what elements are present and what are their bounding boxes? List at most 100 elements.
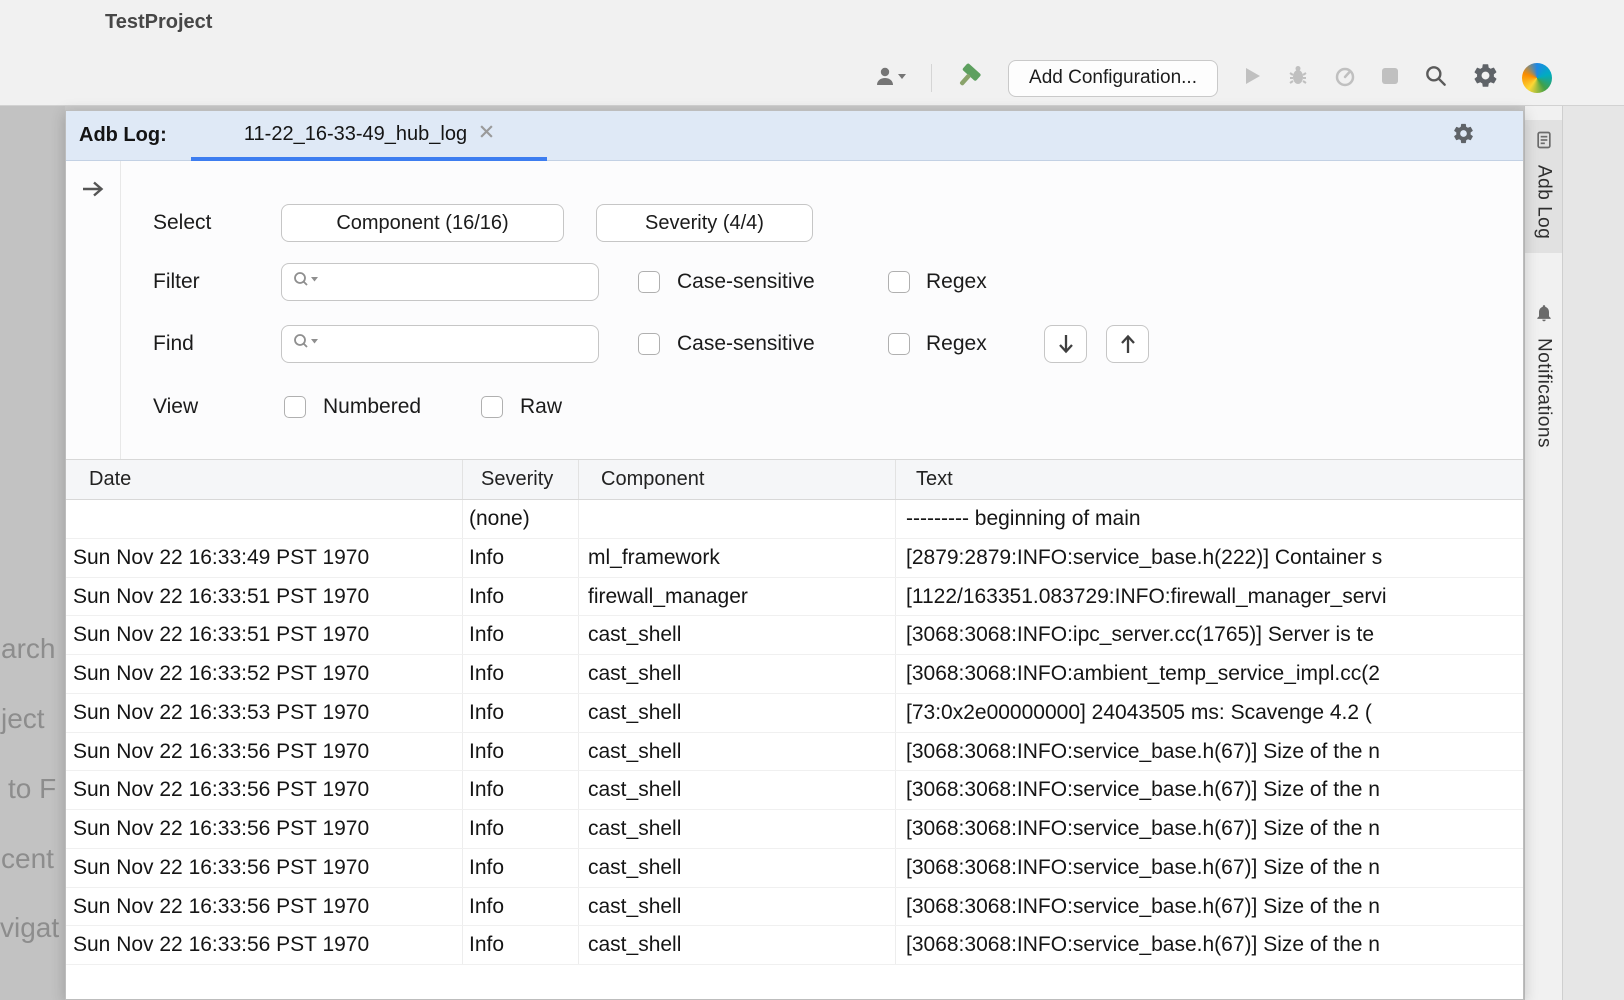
filter-regex-checkbox[interactable] xyxy=(888,271,910,293)
log-row[interactable]: Sun Nov 22 16:33:52 PST 1970Infocast_she… xyxy=(66,655,1523,694)
add-configuration-button[interactable]: Add Configuration... xyxy=(1008,60,1218,97)
right-arrow-icon[interactable] xyxy=(66,179,120,199)
log-cell-date: Sun Nov 22 16:33:52 PST 1970 xyxy=(66,655,463,693)
log-cell-text: [3068:3068:INFO:service_base.h(67)] Size… xyxy=(896,849,1523,887)
background-window-strip: arch ject to F cent vigat xyxy=(0,106,65,1000)
find-label: Find xyxy=(153,325,194,363)
arrow-up-icon xyxy=(1119,333,1137,355)
log-row[interactable]: Sun Nov 22 16:33:51 PST 1970Infofirewall… xyxy=(66,578,1523,617)
view-raw-checkbox[interactable] xyxy=(481,396,503,418)
bug-icon xyxy=(1286,64,1310,93)
log-cell-severity: Info xyxy=(463,616,579,654)
find-case-sensitive-checkbox[interactable] xyxy=(638,333,660,355)
run-button[interactable] xyxy=(1241,65,1263,92)
log-file-tab[interactable]: 11-22_16-33-49_hub_log xyxy=(191,111,547,161)
component-filter-button[interactable]: Component (16/16) xyxy=(281,204,564,242)
log-row[interactable]: Sun Nov 22 16:33:53 PST 1970Infocast_she… xyxy=(66,694,1523,733)
filter-case-sensitive-checkbox[interactable] xyxy=(638,271,660,293)
window-right-margin xyxy=(1562,106,1624,1000)
log-cell-component: cast_shell xyxy=(579,810,896,848)
toolbar-divider xyxy=(931,64,932,92)
panel-title: Adb Log: xyxy=(79,111,167,159)
view-numbered-checkbox[interactable] xyxy=(284,396,306,418)
find-regex-checkbox[interactable] xyxy=(888,333,910,355)
log-cell-date: Sun Nov 22 16:33:56 PST 1970 xyxy=(66,849,463,887)
log-cell-component: cast_shell xyxy=(579,616,896,654)
gradient-sphere-icon xyxy=(1522,63,1552,93)
log-cell-severity: Info xyxy=(463,539,579,577)
log-cell-severity: Info xyxy=(463,733,579,771)
log-cell-text: [2879:2879:INFO:service_base.h(222)] Con… xyxy=(896,539,1523,577)
tab-close-icon[interactable] xyxy=(479,124,494,144)
right-toolwindow-bar: Adb Log Notifications xyxy=(1524,106,1562,1000)
toolwindow-tab-adb-log[interactable]: Adb Log xyxy=(1525,120,1562,253)
log-row[interactable]: Sun Nov 22 16:33:51 PST 1970Infocast_she… xyxy=(66,616,1523,655)
log-row[interactable]: Sun Nov 22 16:33:56 PST 1970Infocast_she… xyxy=(66,733,1523,772)
log-cell-text: [3068:3068:INFO:ipc_server.cc(1765)] Ser… xyxy=(896,616,1523,654)
log-cell-date xyxy=(66,500,463,538)
log-cell-severity: Info xyxy=(463,694,579,732)
stop-button[interactable] xyxy=(1380,66,1400,91)
log-cell-date: Sun Nov 22 16:33:56 PST 1970 xyxy=(66,771,463,809)
log-row[interactable]: Sun Nov 22 16:33:56 PST 1970Infocast_she… xyxy=(66,888,1523,927)
toolwindow-tab-notifications[interactable]: Notifications xyxy=(1525,293,1562,462)
log-cell-text: [3068:3068:INFO:service_base.h(67)] Size… xyxy=(896,810,1523,848)
log-cell-date: Sun Nov 22 16:33:53 PST 1970 xyxy=(66,694,463,732)
build-button[interactable] xyxy=(955,61,985,96)
log-row[interactable]: Sun Nov 22 16:33:56 PST 1970Infocast_she… xyxy=(66,771,1523,810)
column-header-date[interactable]: Date xyxy=(66,460,463,499)
log-row[interactable]: Sun Nov 22 16:33:49 PST 1970Infoml_frame… xyxy=(66,539,1523,578)
gauge-icon xyxy=(1333,64,1357,93)
column-header-severity[interactable]: Severity xyxy=(463,460,579,499)
search-dropdown-icon[interactable] xyxy=(292,270,322,295)
log-row[interactable]: (none)--------- beginning of main xyxy=(66,500,1523,539)
column-header-component[interactable]: Component xyxy=(579,460,896,499)
user-menu-button[interactable] xyxy=(874,64,908,93)
log-row[interactable]: Sun Nov 22 16:33:56 PST 1970Infocast_she… xyxy=(66,810,1523,849)
log-cell-component: cast_shell xyxy=(579,849,896,887)
log-cell-severity: Info xyxy=(463,926,579,964)
log-cell-text: [3068:3068:INFO:service_base.h(67)] Size… xyxy=(896,888,1523,926)
log-document-icon xyxy=(1534,130,1554,155)
log-cell-severity: Info xyxy=(463,771,579,809)
log-file-tab-label: 11-22_16-33-49_hub_log xyxy=(244,123,467,146)
background-text-fragment: cent xyxy=(1,843,54,875)
filter-input[interactable] xyxy=(322,264,598,300)
log-table-body: (none)--------- beginning of mainSun Nov… xyxy=(66,500,1523,965)
background-text-fragment: arch xyxy=(1,633,55,665)
filter-case-sensitive-label: Case-sensitive xyxy=(677,263,815,301)
find-regex-label: Regex xyxy=(926,325,987,363)
log-cell-date: Sun Nov 22 16:33:51 PST 1970 xyxy=(66,616,463,654)
select-label: Select xyxy=(153,204,211,242)
search-dropdown-icon[interactable] xyxy=(292,332,322,357)
filter-area: Select Component (16/16) Severity (4/4) … xyxy=(66,161,1523,459)
panel-settings-gear-icon[interactable] xyxy=(1452,122,1475,150)
log-cell-text: [3068:3068:INFO:service_base.h(67)] Size… xyxy=(896,926,1523,964)
log-cell-text: --------- beginning of main xyxy=(896,500,1523,538)
find-search-box xyxy=(281,325,599,363)
log-row[interactable]: Sun Nov 22 16:33:56 PST 1970Infocast_she… xyxy=(66,926,1523,965)
screen: TestProject Add Configuration... xyxy=(0,0,1624,1000)
toolwindow-tab-label: Adb Log xyxy=(1533,165,1555,239)
severity-filter-button[interactable]: Severity (4/4) xyxy=(596,204,813,242)
find-next-button[interactable] xyxy=(1044,325,1087,363)
log-cell-text: [1122/163351.083729:INFO:firewall_manage… xyxy=(896,578,1523,616)
settings-button[interactable] xyxy=(1472,62,1499,94)
find-input[interactable] xyxy=(322,326,598,362)
log-cell-severity: Info xyxy=(463,578,579,616)
log-cell-date: Sun Nov 22 16:33:56 PST 1970 xyxy=(66,888,463,926)
column-header-text[interactable]: Text xyxy=(896,460,1523,499)
log-row[interactable]: Sun Nov 22 16:33:56 PST 1970Infocast_she… xyxy=(66,849,1523,888)
hammer-icon xyxy=(955,61,985,96)
log-cell-text: [73:0x2e00000000] 24043505 ms: Scavenge … xyxy=(896,694,1523,732)
log-cell-date: Sun Nov 22 16:33:49 PST 1970 xyxy=(66,539,463,577)
user-icon xyxy=(874,64,908,93)
profiler-button[interactable] xyxy=(1333,64,1357,93)
view-raw-label: Raw xyxy=(520,388,562,426)
debug-button[interactable] xyxy=(1286,64,1310,93)
log-cell-component: firewall_manager xyxy=(579,578,896,616)
search-everywhere-button[interactable] xyxy=(1423,63,1449,94)
studio-profile-button[interactable] xyxy=(1522,63,1552,93)
find-previous-button[interactable] xyxy=(1106,325,1149,363)
log-cell-component: cast_shell xyxy=(579,926,896,964)
